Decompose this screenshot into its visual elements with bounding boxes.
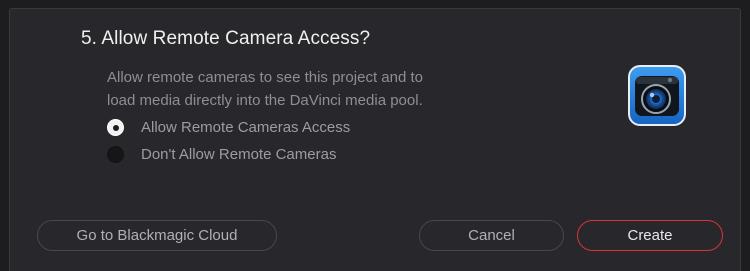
option-label: Allow Remote Cameras Access [141,119,351,136]
radio-selected-icon[interactable] [107,119,124,136]
dialog-description: Allow remote cameras to see this project… [107,67,527,112]
create-button[interactable]: Create [577,220,723,251]
remote-camera-dialog: 5. Allow Remote Camera Access? Allow rem… [9,8,741,271]
description-line-2: load media directly into the DaVinci med… [107,91,423,109]
go-to-blackmagic-cloud-button[interactable]: Go to Blackmagic Cloud [37,220,277,251]
option-label: Don't Allow Remote Cameras [141,146,337,163]
radio-unselected-icon[interactable] [107,146,124,163]
option-allow-remote-cameras[interactable]: Allow Remote Cameras Access [107,119,350,136]
dialog-title: 5. Allow Remote Camera Access? [81,28,371,49]
description-line-1: Allow remote cameras to see this project… [107,69,423,86]
cancel-button[interactable]: Cancel [419,220,564,251]
option-disallow-remote-cameras[interactable]: Don't Allow Remote Cameras [107,146,336,163]
camera-app-icon [627,64,687,127]
